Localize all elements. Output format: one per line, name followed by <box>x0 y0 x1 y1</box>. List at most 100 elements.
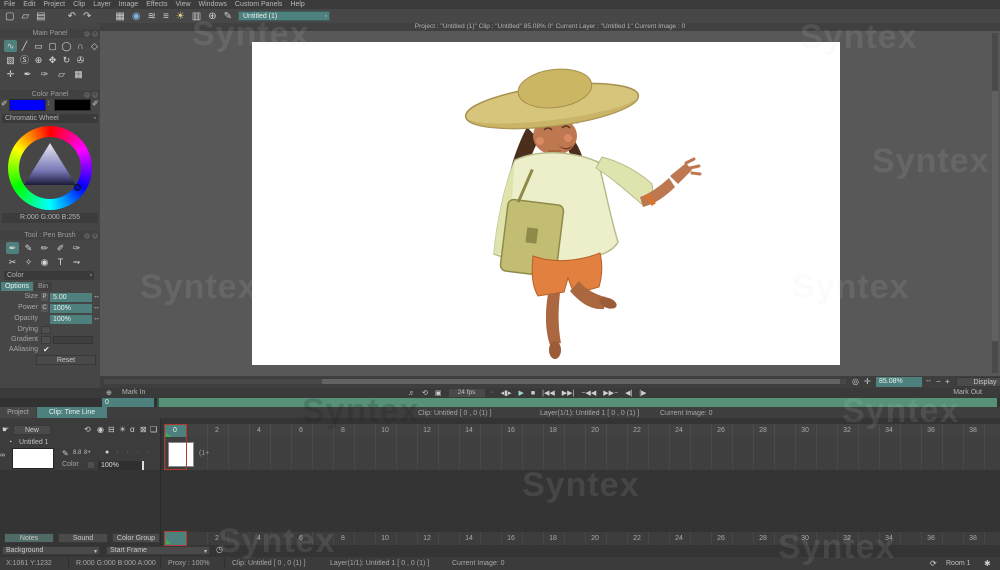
warp-tool-icon[interactable]: ✛ <box>4 68 17 80</box>
menu-item-clip[interactable]: Clip <box>73 0 85 9</box>
frame-ruler-top[interactable]: 02468101214161820222426283032343638 <box>175 427 1000 435</box>
gradient-field[interactable] <box>53 336 93 344</box>
zoom-out-icon[interactable]: − <box>936 377 941 386</box>
onion-a-icon[interactable]: 8.8 <box>73 450 81 456</box>
opacity-arrows-icon[interactable]: ↔ <box>93 315 100 322</box>
new-file-icon[interactable]: ▢ <box>5 11 14 22</box>
menu-item-help[interactable]: Help <box>290 0 304 9</box>
hand-icon[interactable]: ☛ <box>2 425 9 434</box>
lock-icon[interactable]: ⊟ <box>108 425 115 434</box>
range-icon[interactable]: ▣ <box>435 389 442 397</box>
menu-item-image[interactable]: Image <box>119 0 138 9</box>
frame-ruler-bottom[interactable]: 02468101214161820222426283032343638 <box>175 535 1000 543</box>
select-tool-icon[interactable]: ▧ <box>4 54 17 66</box>
zoom-arrows-icon[interactable]: ↔ <box>925 377 932 384</box>
size-profile-button[interactable]: P <box>41 293 48 301</box>
eyedropper-b-icon[interactable]: ✐ <box>92 99 99 108</box>
next-frame-icon[interactable]: |▶ <box>639 389 646 397</box>
color-mode-dropdown[interactable]: Chromatic Wheel ◦ <box>2 114 98 123</box>
layer-opacity-field[interactable]: 100% <box>98 461 144 470</box>
prev-key-icon[interactable]: −◀◀ <box>581 389 596 397</box>
canvas-vscroll-track[interactable] <box>992 33 998 373</box>
curve-tool-icon[interactable]: ∩ <box>74 40 87 52</box>
cutter-tool-icon[interactable]: ✂ <box>6 256 19 268</box>
room-selector[interactable]: Room 1 <box>946 560 971 567</box>
menu-item-file[interactable]: File <box>4 0 15 9</box>
panel-minus-icon[interactable]: − <box>84 92 90 98</box>
mark-in-icon[interactable]: ⊕ <box>106 389 112 397</box>
ink-tool-icon[interactable]: ✒ <box>21 68 34 80</box>
layer-pie-icon[interactable]: ◔ <box>8 439 12 446</box>
gradient-checkbox[interactable] <box>41 336 51 344</box>
airbrush-tool-icon[interactable]: ✐ <box>54 242 67 254</box>
sound-button[interactable]: Sound <box>58 533 108 543</box>
ellipse-tool-icon[interactable]: ◯ <box>60 40 73 52</box>
power-profile-button[interactable]: C <box>41 304 48 312</box>
frames-layer-strip[interactable] <box>165 437 1000 470</box>
fps-caret-icon[interactable]: ◦ <box>492 390 494 396</box>
stop-icon[interactable]: ■ <box>531 390 535 397</box>
camera-tool-icon[interactable]: ✇ <box>74 54 87 66</box>
canvas-vscroll-thumb[interactable] <box>992 91 998 341</box>
tab-clip-timeline[interactable]: Clip: Time Line <box>37 407 107 418</box>
gear-icon[interactable]: ✱ <box>984 559 991 568</box>
loop-icon[interactable]: ⟲ <box>422 389 428 397</box>
next-key-icon[interactable]: ▶▶− <box>603 389 618 397</box>
waterdrop-tool-icon[interactable]: ◉ <box>38 256 51 268</box>
aaliasing-checkbox[interactable]: ✔ <box>43 345 50 354</box>
fps-dropdown[interactable]: 24 fps <box>449 389 485 397</box>
panel-minus-icon[interactable]: − <box>84 233 90 239</box>
onion-b-icon[interactable]: 8+ <box>84 450 91 456</box>
menu-item-project[interactable]: Project <box>43 0 65 9</box>
box-x-icon[interactable]: ⊠ <box>140 425 147 434</box>
panel-minus-icon[interactable]: − <box>84 31 90 37</box>
panel-close-icon[interactable]: × <box>92 233 98 239</box>
drawing-canvas[interactable] <box>252 42 840 365</box>
layer-dots-icon[interactable]: · · · · <box>116 449 152 456</box>
rotate-tool-icon[interactable]: ↻ <box>60 54 73 66</box>
oil-brush-tool-icon[interactable]: ✑ <box>70 242 83 254</box>
tab-project[interactable]: Project <box>0 407 36 418</box>
reset-button[interactable]: Reset <box>36 355 96 365</box>
grid-tool-icon[interactable]: ▦ <box>72 68 85 80</box>
chromatic-triangle[interactable] <box>19 137 81 199</box>
menu-item-effects[interactable]: Effects <box>146 0 167 9</box>
dup-icon[interactable]: ❏ <box>150 425 157 434</box>
display-button[interactable]: Display <box>956 377 1000 387</box>
menu-item-windows[interactable]: Windows <box>199 0 227 9</box>
speaker-icon[interactable]: ♬ <box>408 390 415 397</box>
light-table-icon[interactable]: ☀ <box>176 11 185 22</box>
tl-loop-icon[interactable]: ⟲ <box>84 425 91 434</box>
text-tool-icon[interactable]: T <box>54 256 67 268</box>
proof-icon[interactable]: ▥ <box>192 11 201 22</box>
flip-book-icon[interactable]: ≋ <box>148 11 156 22</box>
eye-icon[interactable]: ◉ <box>97 425 104 434</box>
size-arrows-icon[interactable]: ↔ <box>93 293 100 300</box>
goto-end-icon[interactable]: ▶▶| <box>562 389 575 397</box>
current-frame-field[interactable]: 0 <box>102 398 154 407</box>
rect-tool-icon[interactable]: ▭ <box>32 40 45 52</box>
hook-tool-icon[interactable]: ⇁ <box>70 256 83 268</box>
drying-checkbox[interactable] <box>41 326 51 334</box>
document-selector[interactable]: Untitled (1) ◦ <box>238 11 330 21</box>
select-shape-tool-icon[interactable]: Ⓢ <box>18 54 31 66</box>
play-icon[interactable]: ▶ <box>519 389 524 397</box>
brush-mode-dropdown[interactable]: Color ◦ <box>4 271 94 280</box>
notes-button[interactable]: Notes <box>4 533 54 543</box>
workspace-icon[interactable]: ▦ <box>115 11 124 22</box>
menu-item-layer[interactable]: Layer <box>93 0 111 9</box>
refresh-icon[interactable]: ⟳ <box>930 559 937 568</box>
layer-pencil-icon[interactable]: ✎ <box>62 449 69 458</box>
canvas-hscroll-thumb[interactable] <box>322 379 840 384</box>
layer-name-label[interactable]: Untitled 1 <box>19 439 49 446</box>
brush-tool-icon[interactable]: ✎ <box>22 242 35 254</box>
flip-frames-icon[interactable]: ◂▮▸ <box>501 389 512 397</box>
eyedropper-a-icon[interactable]: ✐ <box>1 99 8 108</box>
panel-close-icon[interactable]: × <box>92 92 98 98</box>
freehand-tool-icon[interactable]: ∿ <box>4 40 17 52</box>
layers-icon[interactable]: ≡ <box>163 11 169 22</box>
undo-icon[interactable]: ↶ <box>68 11 76 22</box>
zoom-in-icon[interactable]: + <box>945 377 950 386</box>
layer-dot-icon[interactable]: ● <box>105 449 109 456</box>
link-icon[interactable]: ∞ <box>0 452 5 459</box>
